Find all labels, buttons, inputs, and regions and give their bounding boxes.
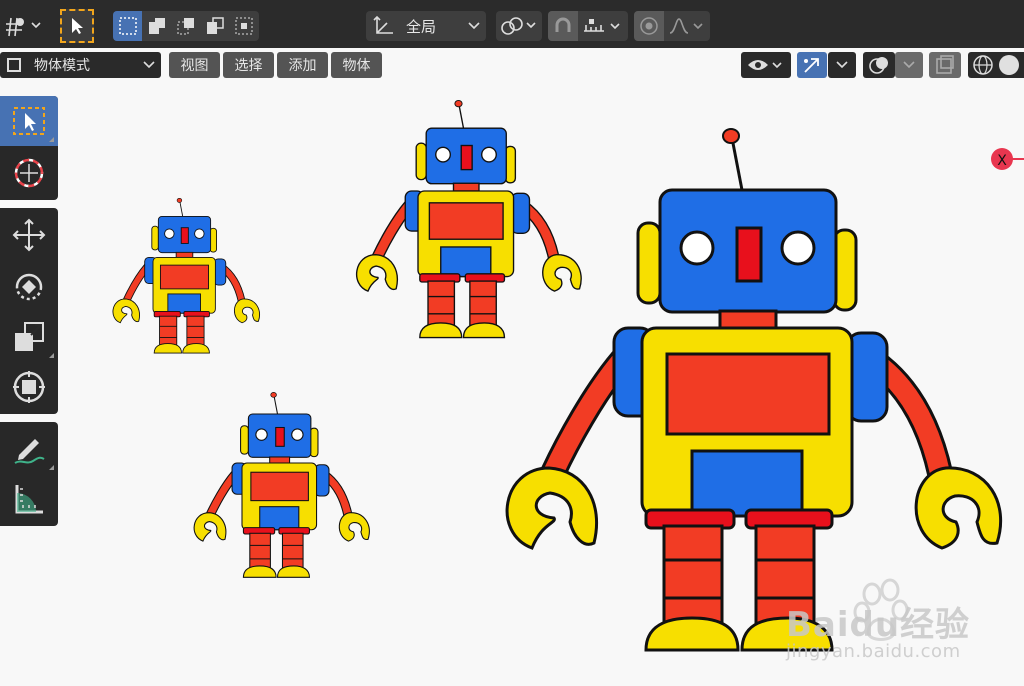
wireframe-shading-icon[interactable]: [970, 54, 996, 76]
cursor-icon: [72, 18, 83, 34]
transform-pivot-dropdown[interactable]: [0, 10, 44, 40]
falloff-curve-icon: [669, 18, 703, 34]
menu-add[interactable]: 添加: [277, 52, 328, 78]
overlay-dropdown[interactable]: [895, 52, 923, 78]
mode-label: 物体模式: [34, 58, 90, 74]
transform-orientation-dropdown[interactable]: 全局: [366, 11, 486, 41]
proportional-editing-group: [634, 11, 710, 41]
selection-mode-new[interactable]: [113, 11, 142, 41]
snap-increment-icon: [584, 19, 620, 32]
robot-small-left[interactable]: [113, 198, 260, 353]
selection-mode-extend[interactable]: [142, 11, 171, 41]
viewport-header: 全局: [0, 0, 1024, 48]
chevron-down-icon: [468, 22, 480, 30]
menu-view[interactable]: 视图: [169, 52, 220, 78]
chevron-down-icon: [836, 61, 848, 69]
gizmo-x-label: X: [997, 153, 1007, 169]
robot-large[interactable]: [507, 129, 1001, 650]
xray-toggle[interactable]: [929, 52, 961, 78]
visibility-dropdown[interactable]: [741, 52, 791, 78]
magnet-icon: [555, 17, 571, 32]
selection-mode-group: [113, 11, 259, 41]
proportional-editing-toggle[interactable]: [634, 11, 664, 41]
box-select-new-icon: [118, 17, 137, 35]
gizmo-dropdown[interactable]: [828, 52, 856, 78]
chevron-down-icon: [143, 61, 155, 69]
xray-icon: [936, 55, 954, 74]
gizmo-arrow-icon: [804, 58, 819, 73]
snapping-group: [548, 11, 628, 41]
box-select-invert-icon: [206, 17, 224, 34]
proportional-icon: [640, 17, 658, 35]
box-select-subtract-icon: [177, 18, 194, 35]
link-icon: [501, 17, 536, 35]
menu-object[interactable]: 物体: [331, 52, 382, 78]
solid-shading-icon[interactable]: [996, 54, 1022, 76]
proportional-falloff-dropdown[interactable]: [664, 11, 710, 41]
pivot-point-dropdown[interactable]: [496, 11, 542, 41]
selection-mode-subtract[interactable]: [171, 11, 200, 41]
pivot-icon: [6, 17, 41, 37]
box-select-extend-icon: [148, 18, 165, 34]
viewport-canvas[interactable]: X: [0, 82, 1024, 686]
selection-mode-invert[interactable]: [200, 11, 229, 41]
box-select-intersect-icon: [235, 17, 252, 35]
object-mode-icon: [7, 58, 21, 72]
menu-select[interactable]: 选择: [223, 52, 274, 78]
nav-gizmo[interactable]: X: [991, 148, 1024, 170]
orientation-axes-icon: [373, 15, 393, 34]
select-tool-button[interactable]: [60, 9, 94, 43]
mode-dropdown[interactable]: 物体模式: [0, 52, 161, 78]
gizmo-toggle[interactable]: [797, 52, 827, 78]
snap-toggle[interactable]: [548, 11, 578, 41]
selection-mode-intersect[interactable]: [229, 11, 258, 41]
watermark-brand: Baidu经验: [786, 605, 971, 645]
orientation-label: 全局: [406, 17, 437, 36]
robot-small-bottom[interactable]: [194, 392, 369, 577]
overlay-toggle[interactable]: [863, 52, 895, 78]
chevron-down-icon: [903, 61, 915, 69]
shading-group: [968, 52, 1024, 78]
snap-target-dropdown[interactable]: [578, 11, 628, 41]
overlay-icon: [869, 57, 888, 74]
watermark-url: jingyan.baidu.com: [786, 641, 961, 662]
viewport-menu-row: 物体模式 视图 选择 添加 物体: [0, 48, 1024, 82]
robot-medium[interactable]: [357, 100, 582, 337]
eye-icon: [748, 60, 782, 70]
